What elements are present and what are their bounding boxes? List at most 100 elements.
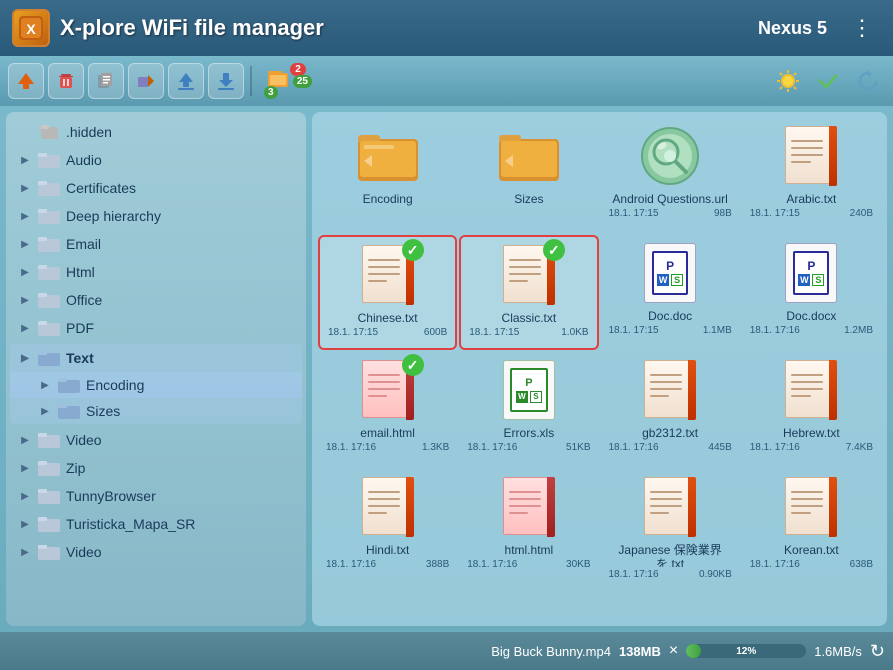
file-item-encoding-folder[interactable]: Encoding (318, 118, 457, 233)
sidebar-item-text[interactable]: Text (10, 344, 302, 372)
file-date-hindi-txt: 18.1. 17:16 (326, 559, 376, 570)
file-item-doc-doc[interactable]: P W S Doc.doc 18.1. 17:15 1.1MB (601, 235, 740, 350)
file-date-hebrew-txt: 18.1. 17:16 (750, 442, 800, 453)
file-item-arabic-txt[interactable]: Arabic.txt 18.1. 17:15 240B (742, 118, 881, 233)
title-bar: X X-plore WiFi file manager Nexus 5 ⋮ (0, 0, 893, 56)
file-size-hebrew-txt: 7.4KB (846, 442, 873, 453)
arrow-tunny (18, 489, 32, 503)
file-date-gb2312-txt: 18.1. 17:16 (609, 442, 659, 453)
file-date-chinese-txt: 18.1. 17:15 (328, 327, 378, 338)
file-name-gb2312-txt: gb2312.txt (642, 426, 698, 440)
checkmark-classic: ✓ (543, 239, 565, 261)
file-name-hebrew-txt: Hebrew.txt (783, 426, 840, 440)
folder-icon-encoding (58, 376, 80, 394)
file-item-android-questions[interactable]: Android Questions.url 18.1. 17:15 98B (601, 118, 740, 233)
sidebar-item-html[interactable]: Html (6, 258, 306, 286)
file-item-chinese-txt[interactable]: ✓ Chinese.txt 18.1. 17:15 600B (318, 235, 457, 350)
sidebar-item-tunnybrowser[interactable]: TunnyBrowser (6, 482, 306, 510)
txt-icon-classic: ✓ (497, 243, 561, 307)
txt-icon-korean (779, 475, 843, 539)
sidebar-item-video2[interactable]: Video (6, 538, 306, 566)
file-item-html-html[interactable]: html.html 18.1. 17:16 30KB (459, 469, 598, 584)
file-size-doc-docx: 1.2MB (844, 325, 873, 336)
status-close-button[interactable]: × (669, 642, 678, 660)
sidebar-item-sizes[interactable]: Sizes (10, 398, 302, 424)
file-grid: Encoding Sizes (312, 112, 887, 626)
file-name-hindi-txt: Hindi.txt (366, 543, 409, 557)
sidebar-item-pdf[interactable]: PDF (6, 314, 306, 342)
file-item-hebrew-txt[interactable]: Hebrew.txt 18.1. 17:16 7.4KB (742, 352, 881, 467)
file-meta-android-questions: 18.1. 17:15 98B (605, 206, 736, 219)
sidebar-item-deep-hierarchy[interactable]: Deep hierarchy (6, 202, 306, 230)
file-item-email-html[interactable]: ✓ email.html 18.1. 17:16 1.3KB (318, 352, 457, 467)
file-item-hindi-txt[interactable]: Hindi.txt 18.1. 17:16 388B (318, 469, 457, 584)
toolbar-upload-button[interactable] (168, 63, 204, 99)
sidebar-item-email[interactable]: Email (6, 230, 306, 258)
folder-icon-video (38, 431, 60, 449)
folder-icon-office (38, 291, 60, 309)
file-name-japanese-txt: Japanese 保険業界を.txt (605, 543, 736, 567)
folder-icon-hidden (38, 123, 60, 141)
file-date-android-questions: 18.1. 17:15 (609, 208, 659, 219)
app-window: X X-plore WiFi file manager Nexus 5 ⋮ (0, 0, 893, 670)
file-name-arabic-txt: Arabic.txt (786, 192, 836, 206)
sidebar-item-certificates[interactable]: Certificates (6, 174, 306, 202)
toolbar-download-button[interactable] (208, 63, 244, 99)
toolbar-refresh-button[interactable] (851, 64, 885, 98)
file-item-errors-xls[interactable]: P W S Errors.xls 18.1. 17:16 51KB (459, 352, 598, 467)
arrow-zip (18, 461, 32, 475)
sidebar-label-office: Office (66, 292, 102, 308)
toolbar-separator (250, 66, 252, 96)
file-item-classic-txt[interactable]: ✓ Classic.txt 18.1. 17:15 1.0KB (459, 235, 598, 350)
toolbar-copy-button[interactable] (88, 63, 124, 99)
sidebar-item-turisticka[interactable]: Turisticka_Mapa_SR (6, 510, 306, 538)
toolbar-sun-button[interactable] (771, 64, 805, 98)
sidebar-label-certificates: Certificates (66, 180, 136, 196)
file-item-japanese-txt[interactable]: Japanese 保険業界を.txt 18.1. 17:16 0.90KB (601, 469, 740, 584)
file-meta-hindi-txt: 18.1. 17:16 388B (322, 557, 453, 570)
arrow-text (18, 351, 32, 365)
folder-icon-pdf (38, 319, 60, 337)
toolbar-move-button[interactable] (128, 63, 164, 99)
menu-button[interactable]: ⋮ (843, 11, 881, 45)
sidebar-item-audio[interactable]: Audio (6, 146, 306, 174)
checkmark-chinese: ✓ (402, 239, 424, 261)
file-item-gb2312-txt[interactable]: gb2312.txt 18.1. 17:16 445B (601, 352, 740, 467)
toolbar-right (771, 64, 885, 98)
toolbar-delete-button[interactable] (48, 63, 84, 99)
sidebar-item-encoding[interactable]: Encoding (10, 372, 302, 398)
status-size: 138MB (619, 644, 661, 659)
txt-icon-hebrew (779, 358, 843, 422)
status-refresh-button[interactable]: ↻ (870, 641, 885, 662)
sidebar-label-pdf: PDF (66, 320, 94, 336)
arrow-html (18, 265, 32, 279)
sidebar-item-office[interactable]: Office (6, 286, 306, 314)
file-date-arabic-txt: 18.1. 17:15 (750, 208, 800, 219)
file-name-email-html: email.html (360, 426, 415, 440)
file-name-errors-xls: Errors.xls (504, 426, 555, 440)
sidebar-item-hidden[interactable]: .hidden (6, 118, 306, 146)
file-item-doc-docx[interactable]: P W S Doc.docx 18.1. 17:16 1.2MB (742, 235, 881, 350)
sidebar-item-zip[interactable]: Zip (6, 454, 306, 482)
file-item-sizes-folder[interactable]: Sizes (459, 118, 598, 233)
sidebar-label-email: Email (66, 236, 101, 252)
txt-icon-japanese (638, 475, 702, 539)
file-date-doc-doc: 18.1. 17:15 (609, 325, 659, 336)
file-name-doc-docx: Doc.docx (786, 309, 836, 323)
status-speed: 1.6MB/s (814, 644, 862, 659)
html-icon-html (497, 475, 561, 539)
arrow-certs (18, 181, 32, 195)
toolbar-up-button[interactable] (8, 63, 44, 99)
main-content: .hidden Audio Certificates (0, 106, 893, 632)
title-right: Nexus 5 ⋮ (758, 11, 881, 45)
txt-icon-chinese: ✓ (356, 243, 420, 307)
file-size-email-html: 1.3KB (422, 442, 449, 453)
sidebar-label-zip: Zip (66, 460, 85, 476)
file-item-korean-txt[interactable]: Korean.txt 18.1. 17:16 638B (742, 469, 881, 584)
toolbar-check-button[interactable] (811, 64, 845, 98)
arrow-email (18, 237, 32, 251)
sidebar-label-sizes: Sizes (86, 403, 120, 419)
sidebar-label-html: Html (66, 264, 95, 280)
file-date-japanese-txt: 18.1. 17:16 (609, 569, 659, 580)
sidebar-item-video[interactable]: Video (6, 426, 306, 454)
